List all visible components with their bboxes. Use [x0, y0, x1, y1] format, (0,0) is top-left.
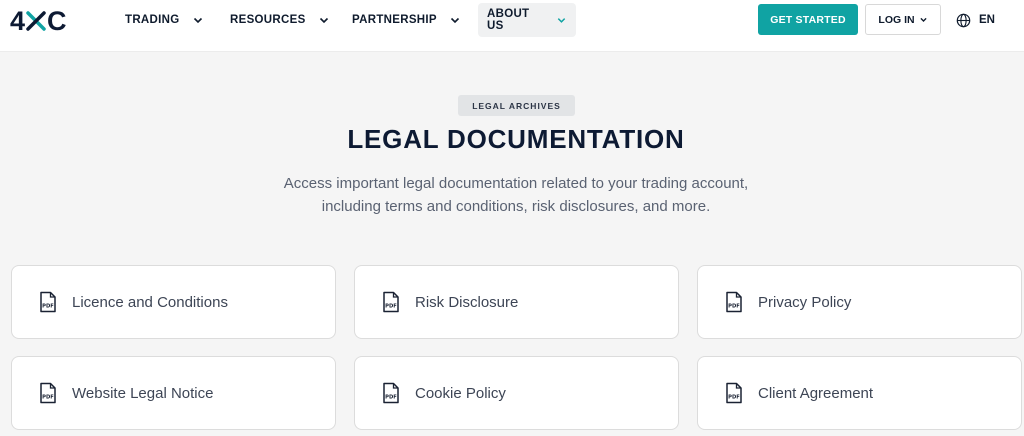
chevron-down-icon	[919, 17, 927, 22]
legal-archives-badge: LEGAL ARCHIVES	[458, 95, 575, 116]
svg-text:PDF: PDF	[42, 395, 54, 401]
top-navigation-bar: 4 C TRADING RESOURCES PARTNERSHIP ABOUT …	[0, 0, 1024, 52]
nav-partnership-label: PARTNERSHIP	[352, 14, 437, 26]
language-label: EN	[979, 14, 995, 26]
document-card-licence-and-conditions[interactable]: PDF Licence and Conditions	[11, 265, 336, 339]
chevron-down-icon	[450, 17, 459, 24]
pdf-icon: PDF	[726, 291, 742, 313]
page-title: LEGAL DOCUMENTATION	[347, 124, 685, 154]
pdf-icon: PDF	[383, 382, 399, 404]
document-label: Privacy Policy	[758, 293, 852, 311]
document-label: Licence and Conditions	[72, 293, 228, 311]
pdf-icon: PDF	[40, 291, 56, 313]
language-selector[interactable]: EN	[956, 8, 995, 32]
nav-about-us[interactable]: ABOUT US	[478, 3, 576, 37]
document-label: Client Agreement	[758, 384, 874, 402]
document-label: Risk Disclosure	[415, 293, 519, 311]
svg-text:PDF: PDF	[728, 395, 740, 401]
log-in-label: LOG IN	[878, 13, 915, 26]
document-label: Cookie Policy	[415, 384, 506, 402]
page-subtitle: Access important legal documentation rel…	[283, 175, 749, 215]
document-card-cookie-policy[interactable]: PDF Cookie Policy	[354, 356, 679, 430]
nav-resources[interactable]: RESOURCES	[221, 3, 339, 37]
brand-logo[interactable]: 4 C	[10, 6, 86, 36]
log-in-button[interactable]: LOG IN	[865, 4, 941, 35]
get-started-button[interactable]: GET STARTED	[758, 4, 858, 35]
nav-partnership[interactable]: PARTNERSHIP	[343, 3, 470, 37]
logo-c: C	[47, 5, 67, 36]
svg-text:PDF: PDF	[42, 304, 54, 310]
nav-about-us-label: ABOUT US	[487, 8, 530, 32]
chevron-down-icon	[193, 17, 202, 24]
pdf-icon: PDF	[726, 382, 742, 404]
document-card-client-agreement[interactable]: PDF Client Agreement	[697, 356, 1022, 430]
nav-trading[interactable]: TRADING	[116, 3, 213, 37]
svg-text:PDF: PDF	[728, 304, 740, 310]
logo-x-mark	[26, 11, 46, 31]
logo-four: 4	[10, 5, 26, 36]
chevron-down-icon	[319, 17, 328, 24]
chevron-down-icon	[557, 18, 566, 23]
document-card-privacy-policy[interactable]: PDF Privacy Policy	[697, 265, 1022, 339]
nav-trading-label: TRADING	[125, 14, 180, 26]
nav-resources-label: RESOURCES	[230, 14, 306, 26]
svg-text:PDF: PDF	[385, 304, 397, 310]
document-card-risk-disclosure[interactable]: PDF Risk Disclosure	[354, 265, 679, 339]
pdf-icon: PDF	[40, 382, 56, 404]
globe-icon	[956, 13, 971, 27]
document-card-website-legal-notice[interactable]: PDF Website Legal Notice	[11, 356, 336, 430]
document-label: Website Legal Notice	[72, 384, 214, 402]
svg-text:PDF: PDF	[385, 395, 397, 401]
pdf-icon: PDF	[383, 291, 399, 313]
